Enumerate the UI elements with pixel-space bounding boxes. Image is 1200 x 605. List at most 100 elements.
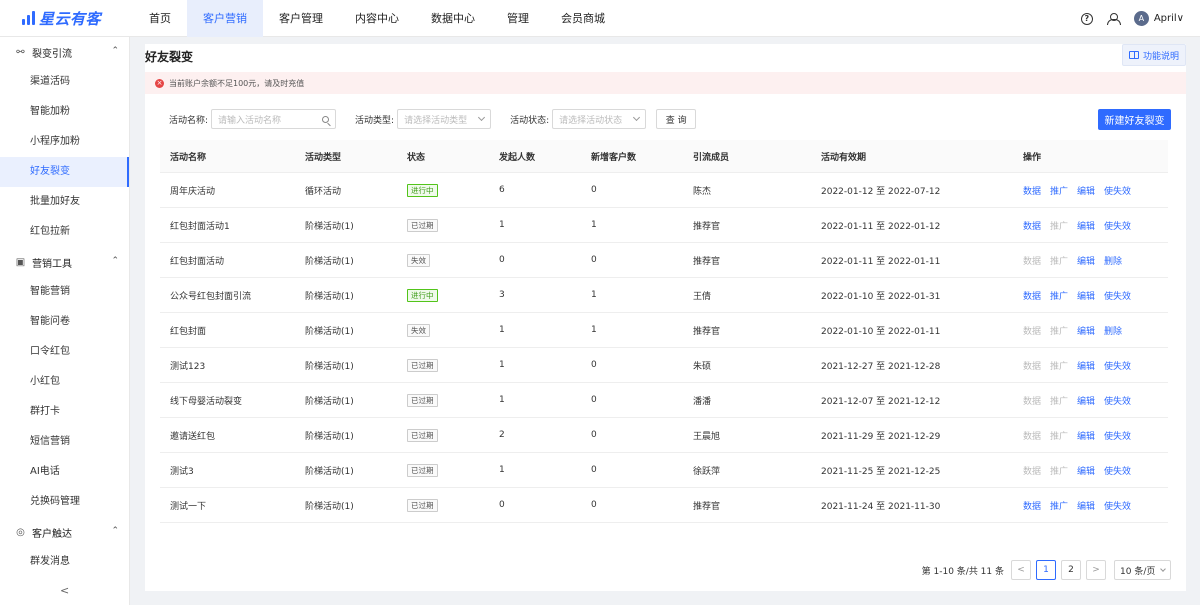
column-header: 活动有效期 — [821, 152, 867, 163]
row-actions: 数据 推广 编辑 使失效 — [1023, 184, 1168, 197]
nav-item-2[interactable]: 客户管理 — [263, 0, 339, 37]
nav-item-6[interactable]: 会员商城 — [545, 0, 621, 37]
nav-item-1[interactable]: 客户营销 — [187, 0, 263, 37]
action-link[interactable]: 编辑 — [1077, 289, 1095, 302]
action-link[interactable]: 编辑 — [1077, 359, 1095, 372]
cell-status: 已过期 — [407, 498, 499, 512]
chevron-down-icon — [1160, 566, 1166, 572]
action-link[interactable]: 使失效 — [1104, 464, 1131, 477]
sidebar-item[interactable]: 好友裂变 — [0, 157, 129, 187]
nav-item-5[interactable]: 管理 — [491, 0, 545, 37]
cell-initiators: 1 — [499, 360, 505, 370]
feature-help-button[interactable]: 功能说明 — [1121, 44, 1186, 66]
action-link[interactable]: 数据 — [1023, 184, 1041, 197]
cell-period: 2022-01-10 至 2022-01-11 — [821, 326, 941, 337]
action-link[interactable]: 推广 — [1050, 289, 1068, 302]
prev-page-button[interactable]: < — [1011, 560, 1031, 580]
action-link[interactable]: 推广 — [1050, 499, 1068, 512]
activity-status-select[interactable]: 请选择活动状态 — [552, 109, 647, 129]
sidebar-item[interactable]: 短信营销 — [0, 427, 129, 457]
sidebar-item[interactable]: 小程序加粉 — [0, 127, 129, 157]
page-button[interactable]: 2 — [1061, 560, 1081, 580]
cell-type: 阶梯活动(1) — [305, 466, 354, 477]
sidebar-item[interactable]: 小红包 — [0, 367, 129, 397]
action-link[interactable]: 使失效 — [1104, 219, 1131, 232]
cell-type: 循环活动 — [305, 186, 342, 197]
create-friend-fission-button[interactable]: 新建好友裂变 — [1098, 109, 1171, 130]
sidebar-item[interactable]: 渠道活码 — [0, 67, 129, 97]
status-badge: 已过期 — [407, 463, 438, 477]
sidebar-group-1[interactable]: ▣ 营销工具 ⌃ — [0, 247, 129, 277]
sidebar-item[interactable]: 口令红包 — [0, 337, 129, 367]
next-page-button[interactable]: > — [1086, 560, 1106, 580]
cell-new-customers: 1 — [591, 325, 597, 335]
page-size-select[interactable]: 10 条/页 — [1114, 560, 1171, 580]
collapse-sidebar-icon[interactable]: < — [60, 584, 69, 597]
action-link[interactable]: 编辑 — [1077, 394, 1095, 407]
action-link[interactable]: 编辑 — [1077, 324, 1095, 337]
cell-new-customers: 0 — [591, 395, 597, 405]
action-link[interactable]: 使失效 — [1104, 184, 1131, 197]
sidebar-item[interactable]: 红包拉新 — [0, 217, 129, 247]
table-row: 红包封面 阶梯活动(1) 失效 1 1 推荐官 2022-01-10 至 2022-01-1… — [160, 313, 1168, 348]
action-link[interactable]: 删除 — [1104, 254, 1122, 267]
action-link[interactable]: 使失效 — [1104, 499, 1131, 512]
action-link[interactable]: 编辑 — [1077, 254, 1095, 267]
feature-help-label: 功能说明 — [1142, 51, 1179, 62]
action-link: 数据 — [1023, 326, 1042, 337]
activity-type-select[interactable]: 请选择活动类型 — [397, 109, 492, 129]
query-button[interactable]: 查 询 — [656, 109, 697, 129]
help-icon[interactable]: ? — [1080, 12, 1093, 25]
logo-mark-icon — [22, 11, 35, 25]
action-link[interactable]: 使失效 — [1104, 359, 1131, 372]
chevron-up-icon: ⌃ — [111, 256, 119, 266]
page-button[interactable]: 1 — [1036, 560, 1056, 580]
action-link[interactable]: 数据 — [1023, 499, 1041, 512]
status-badge: 已过期 — [407, 218, 438, 232]
action-link: 推广 — [1050, 361, 1069, 372]
action-link[interactable]: 删除 — [1104, 324, 1122, 337]
activity-name-input[interactable]: 请输入活动名称 — [211, 109, 337, 129]
cell-new-customers: 0 — [591, 465, 597, 475]
search-icon[interactable] — [322, 115, 330, 123]
action-link: 推广 — [1050, 466, 1069, 477]
sidebar-item[interactable]: 批量加好友 — [0, 187, 129, 217]
sidebar-group-2[interactable]: ◎ 客户触达 ⌃ — [0, 517, 129, 547]
cell-period: 2022-01-12 至 2022-07-12 — [821, 186, 941, 197]
row-actions: 数据 推广 编辑 删除 — [1023, 254, 1168, 267]
action-link[interactable]: 使失效 — [1104, 394, 1131, 407]
cell-initiators: 6 — [499, 185, 505, 195]
action-link[interactable]: 编辑 — [1077, 429, 1095, 442]
action-link[interactable]: 数据 — [1023, 289, 1041, 302]
brand-logo[interactable]: 星云有客 — [0, 0, 133, 37]
sidebar-item[interactable]: 智能问卷 — [0, 307, 129, 337]
nav-item-3[interactable]: 内容中心 — [339, 0, 415, 37]
sidebar-item[interactable]: AI电话 — [0, 457, 129, 487]
user-switch-icon[interactable] — [1106, 12, 1121, 25]
cell-member: 朱硕 — [693, 361, 712, 372]
cell-member: 徐跃萍 — [693, 466, 721, 477]
action-link[interactable]: 使失效 — [1104, 289, 1131, 302]
row-actions: 数据 推广 编辑 删除 — [1023, 324, 1168, 337]
table-row: 测试一下 阶梯活动(1) 已过期 0 0 推荐官 2021-11-24 至 2021-11-… — [160, 488, 1168, 523]
action-link: 推广 — [1050, 396, 1069, 407]
action-link[interactable]: 推广 — [1050, 184, 1068, 197]
sidebar-item[interactable]: 智能营销 — [0, 277, 129, 307]
sidebar-group-0[interactable]: ⚯ 裂变引流 ⌃ — [0, 37, 129, 67]
action-link[interactable]: 编辑 — [1077, 499, 1095, 512]
sidebar-item[interactable]: 兑换码管理 — [0, 487, 129, 517]
sidebar-item[interactable]: 智能加粉 — [0, 97, 129, 127]
sidebar-item[interactable]: 群打卡 — [0, 397, 129, 427]
action-link[interactable]: 数据 — [1023, 219, 1041, 232]
chevron-down-icon — [633, 113, 641, 122]
cell-name: 红包封面活动1 — [170, 221, 230, 232]
main-nav: 首页 客户营销 客户管理 内容中心 数据中心 管理 会员商城 — [133, 0, 621, 37]
nav-item-4[interactable]: 数据中心 — [415, 0, 491, 37]
sidebar-item[interactable]: 群发消息 — [0, 547, 129, 577]
account-menu[interactable]: A April∨ — [1133, 11, 1184, 26]
action-link[interactable]: 编辑 — [1077, 184, 1095, 197]
nav-item-0[interactable]: 首页 — [133, 0, 187, 37]
action-link[interactable]: 使失效 — [1104, 429, 1131, 442]
action-link[interactable]: 编辑 — [1077, 464, 1095, 477]
action-link[interactable]: 编辑 — [1077, 219, 1095, 232]
